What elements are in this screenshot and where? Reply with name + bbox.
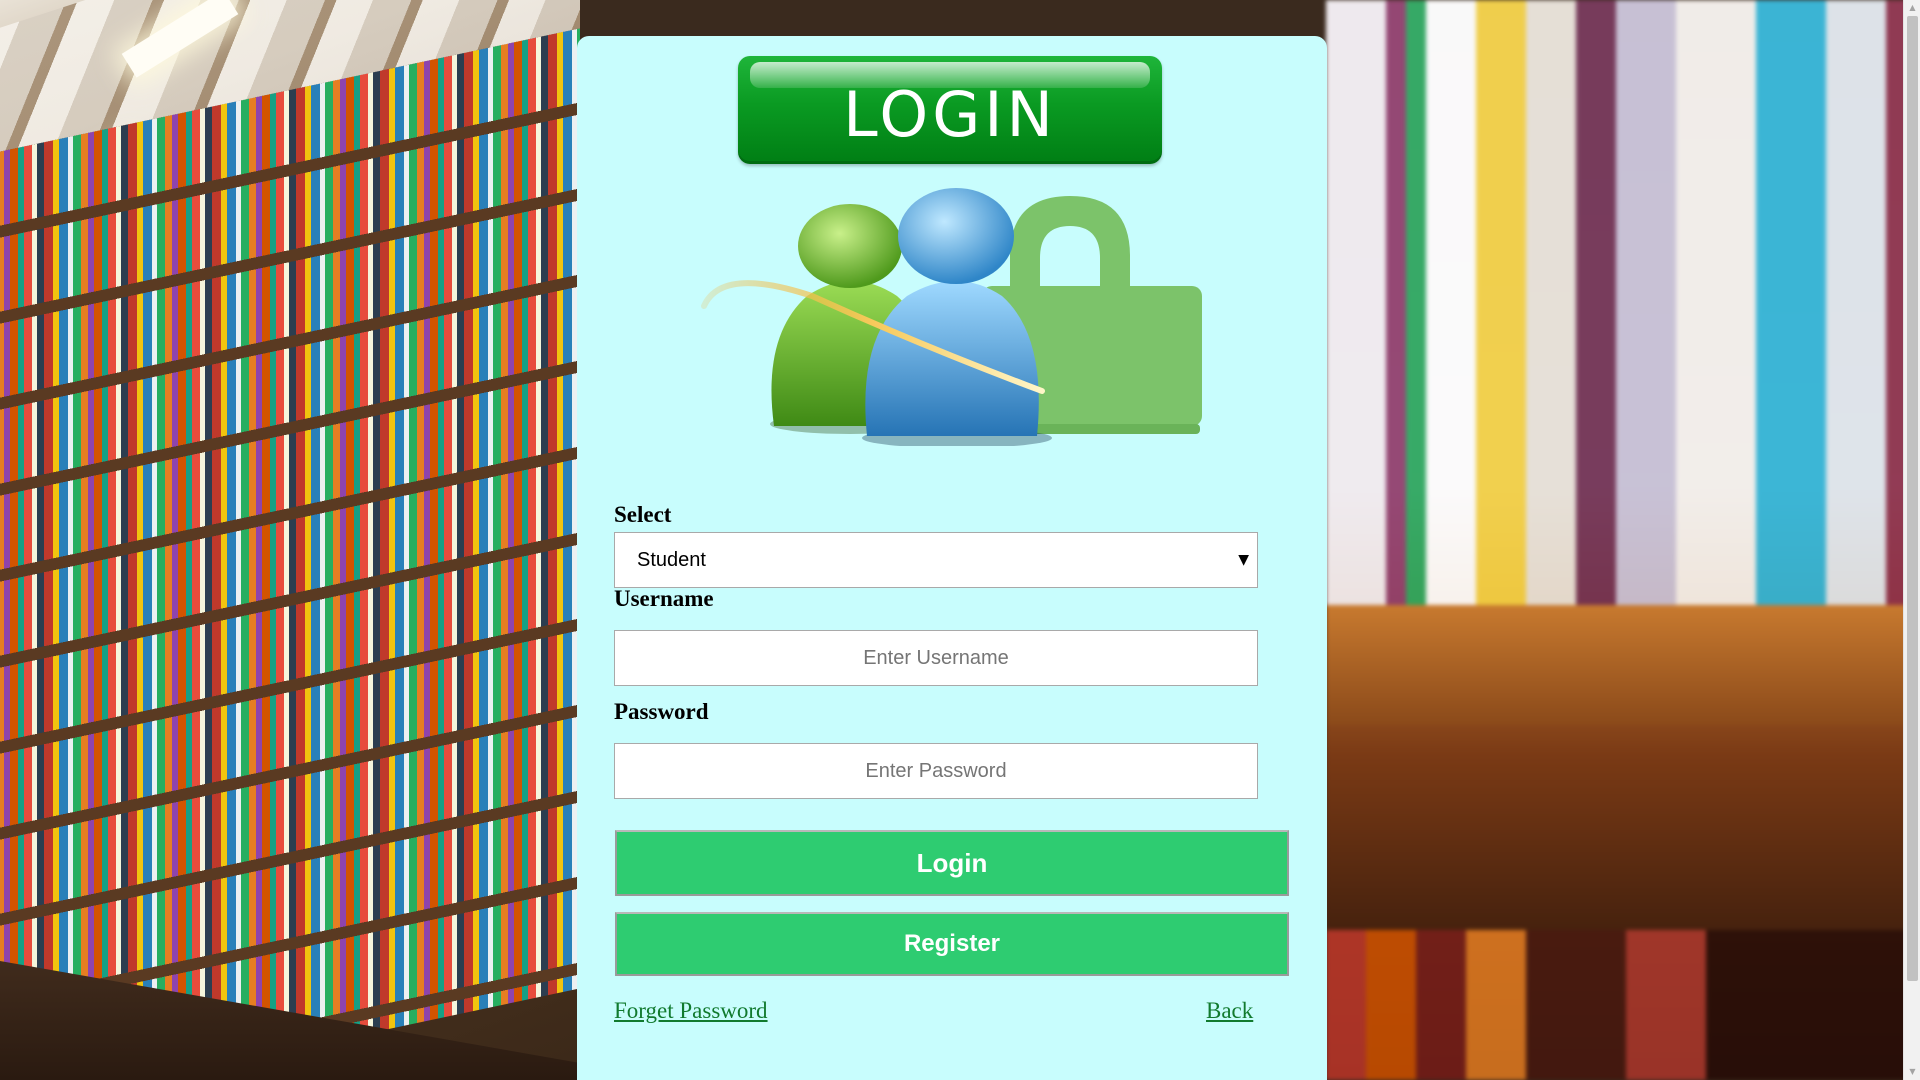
scrollbar-thumb[interactable] bbox=[1907, 16, 1918, 981]
username-input[interactable] bbox=[614, 630, 1258, 686]
scroll-up-arrow-icon[interactable]: ▲ bbox=[1904, 0, 1920, 16]
blurred-shelf bbox=[1326, 605, 1920, 725]
forget-password-link[interactable]: Forget Password bbox=[614, 998, 768, 1024]
password-label: Password bbox=[614, 699, 709, 724]
login-banner: LOGIN bbox=[738, 56, 1162, 164]
page-scrollbar[interactable]: ▲ ▼ bbox=[1903, 0, 1920, 1080]
role-select[interactable]: Student ▼ bbox=[614, 532, 1258, 588]
select-label: Select bbox=[614, 502, 672, 527]
library-background-right bbox=[1326, 0, 1920, 1080]
back-link[interactable]: Back bbox=[1206, 998, 1253, 1024]
bookshelves bbox=[0, 19, 580, 1080]
blurred-books bbox=[1326, 0, 1920, 620]
register-button[interactable]: Register bbox=[615, 912, 1289, 976]
login-button[interactable]: Login bbox=[615, 830, 1289, 896]
users-lock-icon bbox=[701, 188, 1202, 446]
blurred-lower-books bbox=[1326, 930, 1920, 1080]
role-select-value: Student bbox=[637, 549, 706, 571]
login-panel: LOGIN Select Student ▼ Username Enter Us… bbox=[577, 36, 1327, 1080]
scroll-down-arrow-icon[interactable]: ▼ bbox=[1904, 1064, 1920, 1080]
username-label: Username bbox=[614, 586, 714, 611]
password-input[interactable] bbox=[614, 743, 1258, 799]
caret-down-icon: ▼ bbox=[1238, 552, 1249, 568]
login-banner-text: LOGIN bbox=[843, 78, 1057, 151]
library-background-left bbox=[0, 0, 580, 1080]
